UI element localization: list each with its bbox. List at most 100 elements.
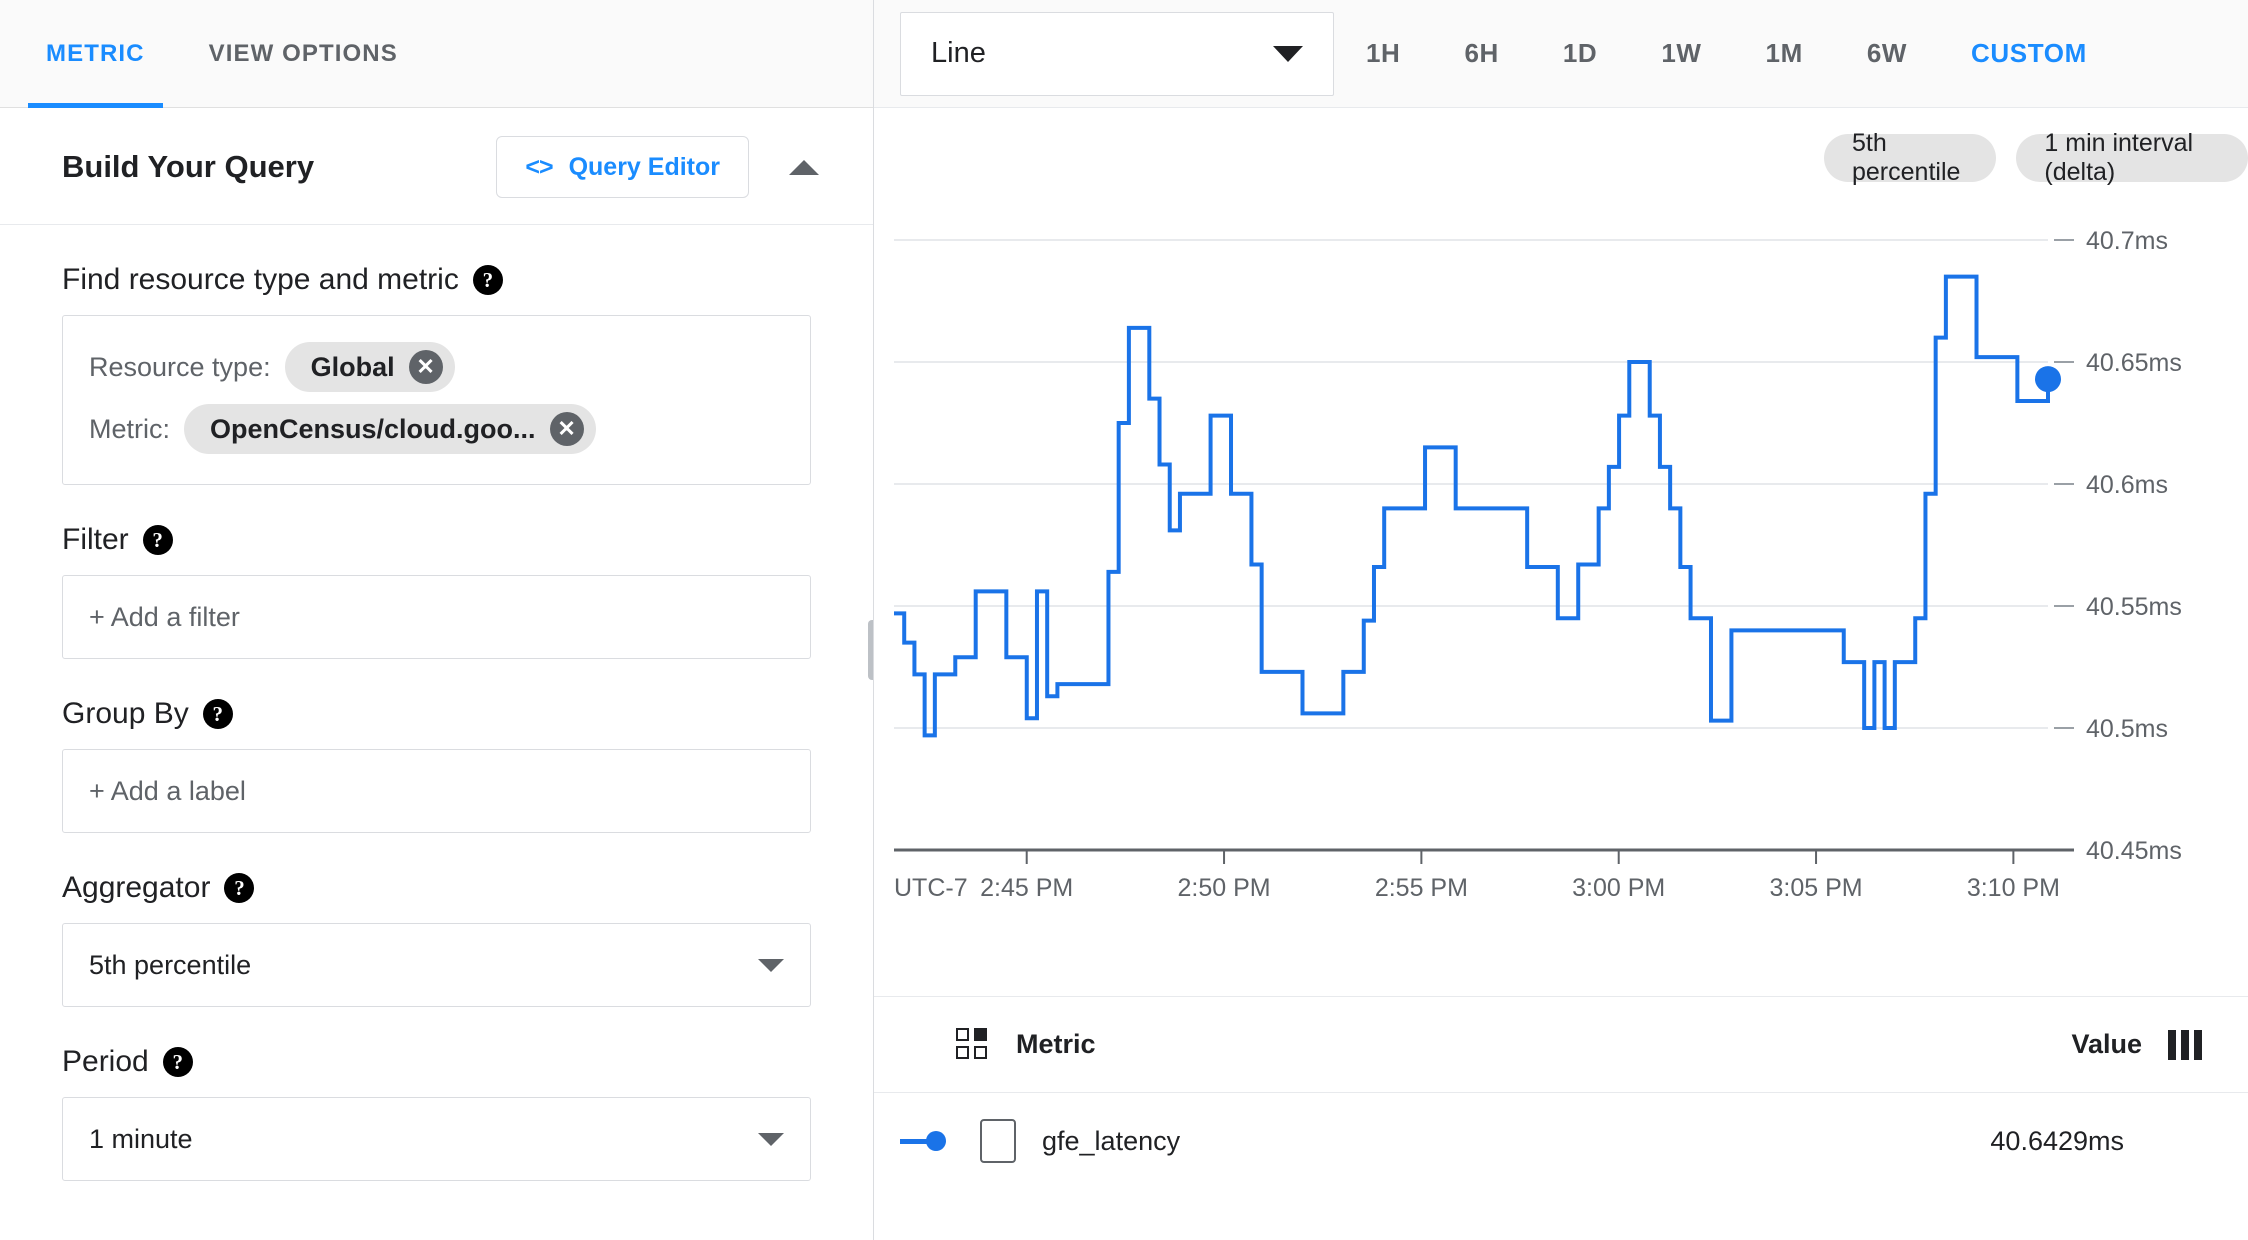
aggregator-value: 5th percentile [89, 949, 252, 980]
chevron-down-icon [758, 958, 784, 972]
legend-value-header: Value [2071, 1029, 2142, 1059]
time-range-1h-label: 1H [1366, 38, 1401, 68]
aggregator-label: Aggregator [62, 871, 211, 904]
help-icon[interactable]: ? [162, 1047, 193, 1077]
time-range-1w[interactable]: 1W [1629, 0, 1733, 108]
time-range-1h[interactable]: 1H [1334, 0, 1432, 108]
checkbox-icon[interactable] [980, 1119, 1016, 1163]
aggregator-label-row: Aggregator ? [62, 871, 811, 905]
chart-type-select[interactable]: Line [900, 11, 1334, 96]
metric-chip[interactable]: OpenCensus/cloud.goo... ✕ [184, 404, 596, 454]
close-circle-icon[interactable]: ✕ [549, 412, 584, 446]
line-point-icon [900, 1131, 956, 1151]
filter-label: Filter [62, 523, 129, 556]
resource-metric-box: Resource type: Global ✕ Metric: OpenCens… [62, 315, 811, 485]
time-range-group: 1H 6H 1D 1W 1M 6W CUSTOM [1334, 0, 2119, 108]
chevron-up-icon [789, 159, 819, 175]
group-by-placeholder: + Add a label [89, 775, 246, 806]
legend-series-value: 40.6429ms [1990, 1125, 2124, 1156]
resource-type-value: Global [310, 351, 395, 382]
period-label: Period [62, 1045, 149, 1078]
group-by-label-row: Group By ? [62, 697, 811, 731]
time-range-1d[interactable]: 1D [1531, 0, 1629, 108]
chart-panel: Line 1H 6H 1D 1W 1M 6W CUSTOM 5th percen… [874, 0, 2248, 1240]
query-summary-chips: 5th percentile 1 min interval (delta) [874, 108, 2248, 200]
metric-row: Metric: OpenCensus/cloud.goo... ✕ [89, 398, 784, 460]
time-range-custom[interactable]: CUSTOM [1939, 0, 2119, 108]
close-circle-icon[interactable]: ✕ [408, 350, 443, 384]
find-resource-label-row: Find resource type and metric ? [62, 263, 811, 297]
metric-label: Metric: [89, 413, 170, 444]
time-range-6h-label: 6H [1464, 38, 1499, 68]
time-range-custom-label: CUSTOM [1971, 38, 2087, 68]
resource-type-chip[interactable]: Global ✕ [284, 342, 455, 392]
panel-tabbar: METRIC VIEW OPTIONS [0, 0, 873, 108]
period-select[interactable]: 1 minute [62, 1097, 811, 1181]
chart-type-value: Line [931, 37, 986, 69]
tab-view-options-label: VIEW OPTIONS [208, 39, 398, 67]
metric-value: OpenCensus/cloud.goo... [210, 413, 536, 444]
aggregator-summary-chip[interactable]: 5th percentile [1824, 129, 1997, 186]
help-icon[interactable]: ? [224, 873, 255, 903]
collapse-section-button[interactable] [775, 138, 833, 196]
legend-metric-header: Metric [1016, 1029, 1096, 1059]
tab-metric[interactable]: METRIC [14, 0, 177, 108]
legend-series-name: gfe_latency [1042, 1125, 1181, 1156]
series-legend: ✓ Metric Value gfe_latency 40.6429ms [874, 996, 2248, 1189]
caret-down-icon [1273, 45, 1303, 62]
svg-text:3:05 PM: 3:05 PM [1769, 874, 1862, 902]
tab-metric-label: METRIC [46, 39, 145, 67]
help-icon[interactable]: ? [142, 525, 173, 555]
chevron-down-icon [758, 1132, 784, 1146]
svg-text:40.7ms: 40.7ms [2086, 227, 2168, 255]
svg-text:2:45 PM: 2:45 PM [980, 874, 1073, 902]
svg-text:3:10 PM: 3:10 PM [1967, 874, 2060, 902]
build-query-header: Build Your Query <> Query Editor [0, 108, 873, 224]
metrics-explorer-app: METRIC VIEW OPTIONS Build Your Query <> … [0, 0, 2248, 1240]
metric-query-panel: METRIC VIEW OPTIONS Build Your Query <> … [0, 0, 874, 1240]
time-range-1d-label: 1D [1562, 38, 1598, 68]
find-resource-label: Find resource type and metric [62, 263, 459, 296]
svg-text:40.6ms: 40.6ms [2086, 471, 2168, 499]
query-editor-label: Query Editor [568, 152, 720, 181]
time-range-6w[interactable]: 6W [1835, 0, 1939, 108]
tab-view-options[interactable]: VIEW OPTIONS [177, 0, 430, 108]
table-row[interactable]: gfe_latency 40.6429ms [874, 1093, 2248, 1189]
period-value: 1 minute [89, 1123, 193, 1154]
resource-type-row: Resource type: Global ✕ [89, 336, 784, 398]
svg-text:2:50 PM: 2:50 PM [1177, 874, 1270, 902]
interval-summary-chip[interactable]: 1 min interval (delta) [2016, 129, 2248, 186]
svg-text:3:00 PM: 3:00 PM [1572, 874, 1665, 902]
build-query-title: Build Your Query [62, 149, 315, 184]
help-icon[interactable]: ? [202, 699, 233, 729]
filter-placeholder: + Add a filter [89, 601, 240, 632]
code-brackets-icon: <> [525, 152, 553, 181]
help-icon[interactable]: ? [472, 265, 503, 295]
time-range-6h[interactable]: 6H [1432, 0, 1530, 108]
time-range-1m[interactable]: 1M [1734, 0, 1835, 108]
legend-header-row: ✓ Metric Value [874, 997, 2248, 1093]
svg-text:40.45ms: 40.45ms [2086, 837, 2182, 865]
aggregator-select[interactable]: 5th percentile [62, 923, 811, 1007]
group-by-label: Group By [62, 697, 189, 730]
query-editor-button[interactable]: <> Query Editor [496, 136, 749, 198]
filter-input[interactable]: + Add a filter [62, 575, 811, 659]
line-chart[interactable]: 40.7ms 40.65ms 40.6ms 40.55ms 40.5ms 40.45ms U… [874, 200, 2248, 970]
svg-text:40.65ms: 40.65ms [2086, 349, 2182, 377]
svg-text:UTC-7: UTC-7 [894, 874, 968, 902]
query-builder-body: Find resource type and metric ? Resource… [0, 263, 873, 1181]
svg-text:40.5ms: 40.5ms [2086, 715, 2168, 743]
columns-icon[interactable] [2168, 1029, 2202, 1060]
chart-toolbar: Line 1H 6H 1D 1W 1M 6W CUSTOM [874, 0, 2248, 108]
resource-type-label: Resource type: [89, 351, 271, 382]
time-range-6w-label: 6W [1866, 38, 1908, 68]
checkbox-grid-icon[interactable]: ✓ [956, 1025, 990, 1062]
time-range-1m-label: 1M [1765, 38, 1803, 68]
svg-text:40.55ms: 40.55ms [2086, 593, 2182, 621]
time-range-1w-label: 1W [1661, 38, 1702, 68]
filter-label-row: Filter ? [62, 523, 811, 557]
build-query-card: Build Your Query <> Query Editor [0, 108, 873, 225]
group-by-input[interactable]: + Add a label [62, 749, 811, 833]
period-label-row: Period ? [62, 1045, 811, 1079]
chart-canvas: 40.7ms 40.65ms 40.6ms 40.55ms 40.5ms 40.45ms U… [894, 227, 2182, 902]
